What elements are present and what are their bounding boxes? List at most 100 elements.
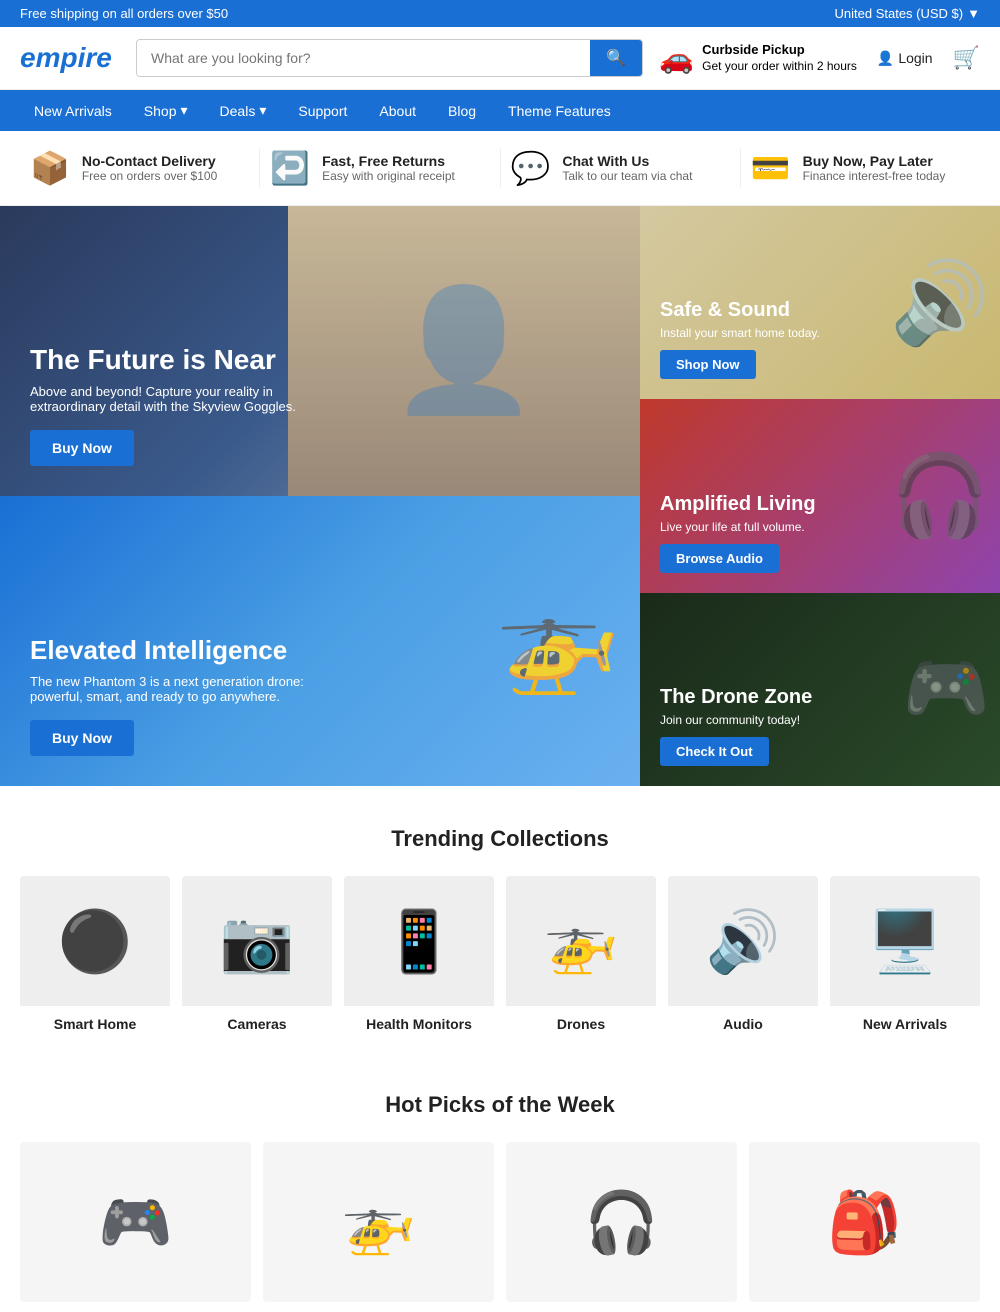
side-card-1-sub: Install your smart home today. [660, 326, 820, 340]
trending-smart-home-img: ⚫ [20, 876, 170, 1006]
hero-secondary-subtitle: The new Phantom 3 is a next generation d… [30, 674, 310, 704]
nav-shop[interactable]: Shop ▾ [130, 90, 202, 131]
trending-new-arrivals-label: New Arrivals [830, 1006, 980, 1042]
hero-main-content: The Future is Near Above and beyond! Cap… [30, 344, 310, 466]
side-card-smart-home: 🔊 Safe & Sound Install your smart home t… [640, 206, 1000, 399]
trending-smart-home[interactable]: ⚫ Smart Home [20, 876, 170, 1042]
trending-audio-img: 🔊 [668, 876, 818, 1006]
feature-returns: ↩️ Fast, Free Returns Easy with original… [260, 149, 500, 187]
cart-button[interactable]: 🛒 [953, 45, 980, 71]
side-card-1-content: Safe & Sound Install your smart home tod… [660, 299, 820, 379]
returns-icon: ↩️ [270, 149, 310, 187]
health-icon: 📱 [382, 906, 457, 977]
hot-pick-4[interactable]: 🎒 [749, 1142, 980, 1302]
pay-later-icon: 💳 [751, 149, 791, 187]
side-card-audio: 🎧 Amplified Living Live your life at ful… [640, 399, 1000, 592]
hot-pick-2[interactable]: 🚁 [263, 1142, 494, 1302]
feature-chat: 💬 Chat With Us Talk to our team via chat [501, 149, 741, 187]
chevron-down-icon: ▼ [967, 6, 980, 21]
trending-new-arrivals[interactable]: 🖥️ New Arrivals [830, 876, 980, 1042]
curbside-title: Curbside Pickup [702, 42, 805, 57]
hero-main-image: 👤 [288, 206, 640, 496]
trending-smart-home-label: Smart Home [20, 1006, 170, 1042]
trending-health[interactable]: 📱 Health Monitors [344, 876, 494, 1042]
smart-speaker-image: 🔊 [890, 256, 990, 350]
projector-icon: 🖥️ [868, 906, 943, 977]
trending-drones[interactable]: 🚁 Drones [506, 876, 656, 1042]
hot-pick-1[interactable]: 🎮 [20, 1142, 251, 1302]
hot-picks-grid: 🎮 🚁 🎧 🎒 [20, 1142, 980, 1302]
feature-returns-title: Fast, Free Returns [322, 153, 455, 169]
curbside-subtitle: Get your order within 2 hours [702, 59, 857, 73]
login-label: Login [898, 50, 932, 66]
nav-blog[interactable]: Blog [434, 91, 490, 131]
nav-theme-features[interactable]: Theme Features [494, 91, 625, 131]
hot-picks-title: Hot Picks of the Week [20, 1092, 980, 1118]
user-icon: 👤 [877, 50, 894, 67]
header: empire 🔍 🚗 Curbside Pickup Get your orde… [0, 27, 1000, 90]
region-selector[interactable]: United States (USD $) ▼ [835, 6, 980, 21]
drone-icon: 🚁 [544, 906, 619, 977]
feature-no-contact-text: No-Contact Delivery Free on orders over … [82, 153, 217, 183]
hot-picks-section: Hot Picks of the Week 🎮 🚁 🎧 🎒 [0, 1062, 1000, 1312]
feature-bar: 📦 No-Contact Delivery Free on orders ove… [0, 131, 1000, 206]
feature-pay-later: 💳 Buy Now, Pay Later Finance interest-fr… [741, 149, 980, 187]
curbside-pickup: 🚗 Curbside Pickup Get your order within … [659, 42, 857, 75]
side-card-drone: 🎮 The Drone Zone Join our community toda… [640, 593, 1000, 786]
side-card-1-title: Safe & Sound [660, 299, 820, 322]
hero-main-subtitle: Above and beyond! Capture your reality i… [30, 384, 310, 414]
hero-secondary-title: Elevated Intelligence [30, 635, 310, 666]
curbside-icon: 🚗 [659, 42, 694, 75]
main-nav: New Arrivals Shop ▾ Deals ▾ Support Abou… [0, 90, 1000, 131]
feature-pay-later-title: Buy Now, Pay Later [803, 153, 946, 169]
nav-about[interactable]: About [365, 91, 430, 131]
feature-no-contact-sub: Free on orders over $100 [82, 169, 217, 183]
nav-deals[interactable]: Deals ▾ [206, 90, 281, 131]
trending-health-img: 📱 [344, 876, 494, 1006]
login-button[interactable]: 👤 Login [877, 50, 933, 67]
side-card-3-cta[interactable]: Check It Out [660, 737, 769, 766]
search-button[interactable]: 🔍 [590, 40, 642, 76]
side-card-2-cta[interactable]: Browse Audio [660, 544, 779, 573]
trending-drones-img: 🚁 [506, 876, 656, 1006]
trending-grid: ⚫ Smart Home 📷 Cameras 📱 Health Monitors… [20, 876, 980, 1042]
trending-title: Trending Collections [20, 826, 980, 852]
nav-support[interactable]: Support [284, 91, 361, 131]
drone-controller-image: 🎮 [903, 648, 990, 730]
logo[interactable]: empire [20, 42, 120, 74]
search-input[interactable] [137, 40, 590, 76]
trending-cameras[interactable]: 📷 Cameras [182, 876, 332, 1042]
chevron-down-icon: ▾ [259, 102, 266, 119]
hot-pick-3[interactable]: 🎧 [506, 1142, 737, 1302]
hot-pick-4-icon: 🎒 [827, 1187, 902, 1258]
chat-icon: 💬 [511, 149, 551, 187]
nav-new-arrivals[interactable]: New Arrivals [20, 91, 126, 131]
hot-pick-3-icon: 🎧 [584, 1187, 659, 1258]
hot-pick-2-icon: 🚁 [341, 1187, 416, 1258]
feature-pay-later-sub: Finance interest-free today [803, 169, 946, 183]
free-shipping-text: Free shipping on all orders over $50 [20, 6, 228, 21]
header-actions: 🚗 Curbside Pickup Get your order within … [659, 42, 980, 75]
side-card-2-content: Amplified Living Live your life at full … [660, 493, 816, 573]
search-bar: 🔍 [136, 39, 643, 77]
trending-section: Trending Collections ⚫ Smart Home 📷 Came… [0, 786, 1000, 1062]
hero-main-title: The Future is Near [30, 344, 310, 376]
hero-secondary-banner: 🚁 Elevated Intelligence The new Phantom … [0, 496, 640, 786]
hero-main-banner: 👤 The Future is Near Above and beyond! C… [0, 206, 640, 496]
trending-new-arrivals-img: 🖥️ [830, 876, 980, 1006]
feature-no-contact: 📦 No-Contact Delivery Free on orders ove… [20, 149, 260, 187]
audio-icon: 🔊 [706, 906, 781, 977]
chevron-down-icon: ▾ [181, 102, 188, 119]
hero-secondary-cta[interactable]: Buy Now [30, 720, 134, 756]
region-text: United States (USD $) [835, 6, 964, 21]
trending-audio[interactable]: 🔊 Audio [668, 876, 818, 1042]
feature-chat-title: Chat With Us [562, 153, 692, 169]
hero-main-cta[interactable]: Buy Now [30, 430, 134, 466]
feature-pay-later-text: Buy Now, Pay Later Finance interest-free… [803, 153, 946, 183]
trending-audio-label: Audio [668, 1006, 818, 1042]
drone-image: 🚁 [495, 583, 620, 700]
feature-chat-sub: Talk to our team via chat [562, 169, 692, 183]
side-card-1-cta[interactable]: Shop Now [660, 350, 756, 379]
smart-home-icon: ⚫ [58, 906, 133, 977]
side-card-3-sub: Join our community today! [660, 713, 812, 727]
